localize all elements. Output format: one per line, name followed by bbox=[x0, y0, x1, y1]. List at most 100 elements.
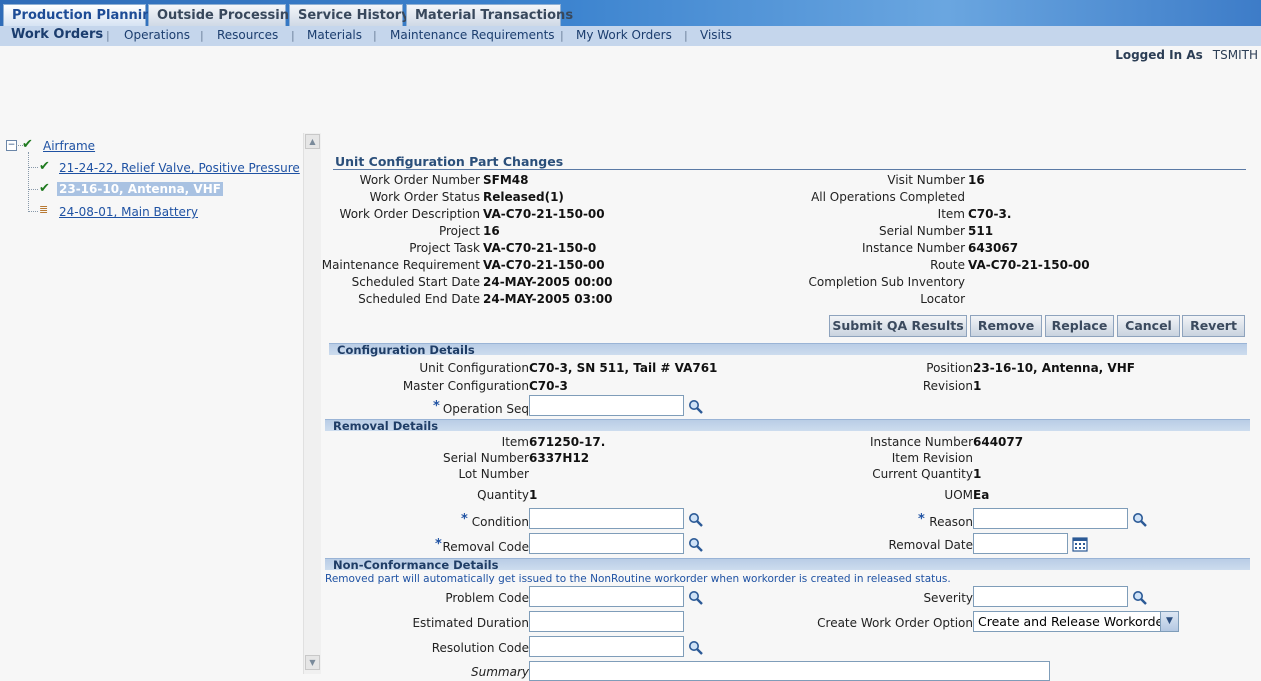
search-icon[interactable] bbox=[688, 512, 704, 528]
document-icon: ≣ bbox=[39, 203, 49, 216]
vertical-scrollbar[interactable]: ▲ ▼ bbox=[303, 133, 321, 674]
scroll-down-icon[interactable]: ▼ bbox=[305, 655, 320, 670]
subnav-resources[interactable]: Resources bbox=[217, 28, 278, 42]
summary-input[interactable] bbox=[529, 661, 1050, 681]
right-label: Item bbox=[937, 207, 965, 221]
divider bbox=[333, 169, 1246, 170]
tree-connector bbox=[29, 167, 38, 168]
master-configuration-label: Master Configuration bbox=[402, 379, 529, 393]
search-icon[interactable] bbox=[688, 399, 704, 415]
tab-production-planning[interactable]: Production Planning bbox=[3, 4, 161, 26]
instance-number-value: 644077 bbox=[973, 435, 1024, 449]
tab-service-history[interactable]: Service History bbox=[289, 4, 410, 26]
section-removal-details: Removal Details bbox=[325, 419, 1250, 432]
left-label: Scheduled End Date bbox=[358, 292, 480, 306]
subnav-visits[interactable]: Visits bbox=[700, 28, 732, 42]
left-label: Project bbox=[438, 224, 480, 238]
reason-input[interactable] bbox=[973, 508, 1128, 529]
remove-button[interactable]: Remove bbox=[970, 315, 1042, 337]
item-revision-label: Item Revision bbox=[891, 451, 973, 465]
removal-date-input[interactable] bbox=[973, 533, 1068, 554]
uom-value: Ea bbox=[973, 488, 990, 502]
tree-item-main-battery[interactable]: 24-08-01, Main Battery bbox=[59, 205, 198, 219]
cancel-button[interactable]: Cancel bbox=[1117, 315, 1180, 337]
left-value: SFM48 bbox=[483, 173, 529, 187]
revision-value: 1 bbox=[973, 379, 982, 393]
lot-number-label: Lot Number bbox=[458, 467, 529, 481]
check-icon: ✔ bbox=[39, 159, 50, 174]
left-label: Work Order Description bbox=[339, 207, 480, 221]
removal-code-input[interactable] bbox=[529, 533, 684, 554]
submit-qa-results-button[interactable]: Submit QA Results bbox=[829, 315, 967, 337]
right-label: Route bbox=[930, 258, 965, 272]
summary-label: Summary bbox=[471, 665, 529, 679]
serial-number-label: Serial Number bbox=[443, 451, 529, 465]
chevron-down-icon[interactable]: ▼ bbox=[1160, 612, 1178, 631]
subnav-separator: | bbox=[106, 29, 110, 42]
removal-date-label: Removal Date bbox=[888, 538, 974, 552]
quantity-value: 1 bbox=[529, 488, 538, 502]
quantity-label: Quantity bbox=[477, 488, 529, 502]
required-icon: * bbox=[918, 512, 925, 527]
tree-item-relief-valve[interactable]: 21-24-22, Relief Valve, Positive Pressur… bbox=[59, 161, 300, 175]
tree-connector bbox=[28, 152, 30, 212]
top-tab-bar: Production Planning Outside Processing S… bbox=[0, 0, 1261, 26]
right-label: Instance Number bbox=[861, 241, 965, 255]
scroll-up-icon[interactable]: ▲ bbox=[305, 134, 320, 149]
left-value: VA-C70-21-150-00 bbox=[483, 207, 605, 221]
tab-outside-processing[interactable]: Outside Processing bbox=[148, 4, 298, 26]
replace-button[interactable]: Replace bbox=[1045, 315, 1114, 337]
current-quantity-value: 1 bbox=[973, 467, 982, 481]
item-value: 671250-17. bbox=[529, 435, 606, 449]
search-icon[interactable] bbox=[688, 537, 704, 553]
search-icon[interactable] bbox=[1132, 590, 1148, 606]
right-label: All Operations Completed bbox=[811, 190, 965, 204]
right-label: Completion Sub Inventory bbox=[808, 275, 965, 289]
left-value: 24-MAY-2005 03:00 bbox=[483, 292, 613, 306]
instance-number-label: Instance Number bbox=[869, 435, 973, 449]
right-value: 511 bbox=[968, 224, 994, 238]
search-icon[interactable] bbox=[688, 590, 704, 606]
revert-button[interactable]: Revert bbox=[1182, 315, 1245, 337]
sub-navigation: Work Orders | Operations | Resources | M… bbox=[0, 26, 1261, 46]
condition-input[interactable] bbox=[529, 508, 684, 529]
subnav-maintenance-requirements[interactable]: Maintenance Requirements bbox=[390, 28, 555, 42]
subnav-work-orders[interactable]: Work Orders bbox=[11, 27, 103, 42]
section-non-conformance-details: Non-Conformance Details bbox=[325, 558, 1250, 571]
subnav-separator: | bbox=[291, 29, 295, 42]
subnav-separator: | bbox=[200, 29, 204, 42]
page-title: Unit Configuration Part Changes bbox=[335, 154, 564, 169]
position-label: Position bbox=[926, 361, 973, 375]
tab-material-transactions[interactable]: Material Transactions bbox=[406, 4, 573, 26]
tree-item-antenna-vhf[interactable]: 23-16-10, Antenna, VHF bbox=[57, 182, 223, 196]
calendar-icon[interactable] bbox=[1072, 536, 1088, 552]
subnav-my-work-orders[interactable]: My Work Orders bbox=[576, 28, 672, 42]
subnav-operations[interactable]: Operations bbox=[124, 28, 190, 42]
check-icon: ✔ bbox=[39, 181, 50, 196]
non-conformance-note: Removed part will automatically get issu… bbox=[325, 573, 951, 585]
create-work-order-option-select[interactable]: Create and Release Workorder ▼ bbox=[973, 611, 1179, 632]
right-value: C70-3. bbox=[968, 207, 1012, 221]
current-quantity-label: Current Quantity bbox=[872, 467, 973, 481]
tree-root-airframe[interactable]: Airframe bbox=[43, 139, 95, 153]
severity-input[interactable] bbox=[973, 586, 1128, 607]
left-label: Maintenance Requirement bbox=[321, 258, 480, 272]
problem-code-input[interactable] bbox=[529, 586, 684, 607]
left-label: Work Order Number bbox=[359, 173, 480, 187]
estimated-duration-input[interactable] bbox=[529, 611, 684, 632]
search-icon[interactable] bbox=[688, 640, 704, 656]
search-icon[interactable] bbox=[1132, 512, 1148, 528]
logged-in-user: TSMITH bbox=[1212, 48, 1258, 62]
removal-code-label: Removal Code bbox=[442, 540, 529, 554]
check-icon: ✔ bbox=[22, 137, 33, 152]
right-label: Serial Number bbox=[879, 224, 965, 238]
problem-code-label: Problem Code bbox=[445, 591, 529, 605]
resolution-code-input[interactable] bbox=[529, 636, 684, 657]
operation-seq-input[interactable] bbox=[529, 395, 684, 416]
subnav-separator: | bbox=[373, 29, 377, 42]
resolution-code-label: Resolution Code bbox=[431, 641, 529, 655]
operation-seq-label: Operation Seq bbox=[442, 402, 529, 416]
subnav-materials[interactable]: Materials bbox=[307, 28, 362, 42]
right-label: Locator bbox=[920, 292, 965, 306]
left-label: Scheduled Start Date bbox=[351, 275, 480, 289]
